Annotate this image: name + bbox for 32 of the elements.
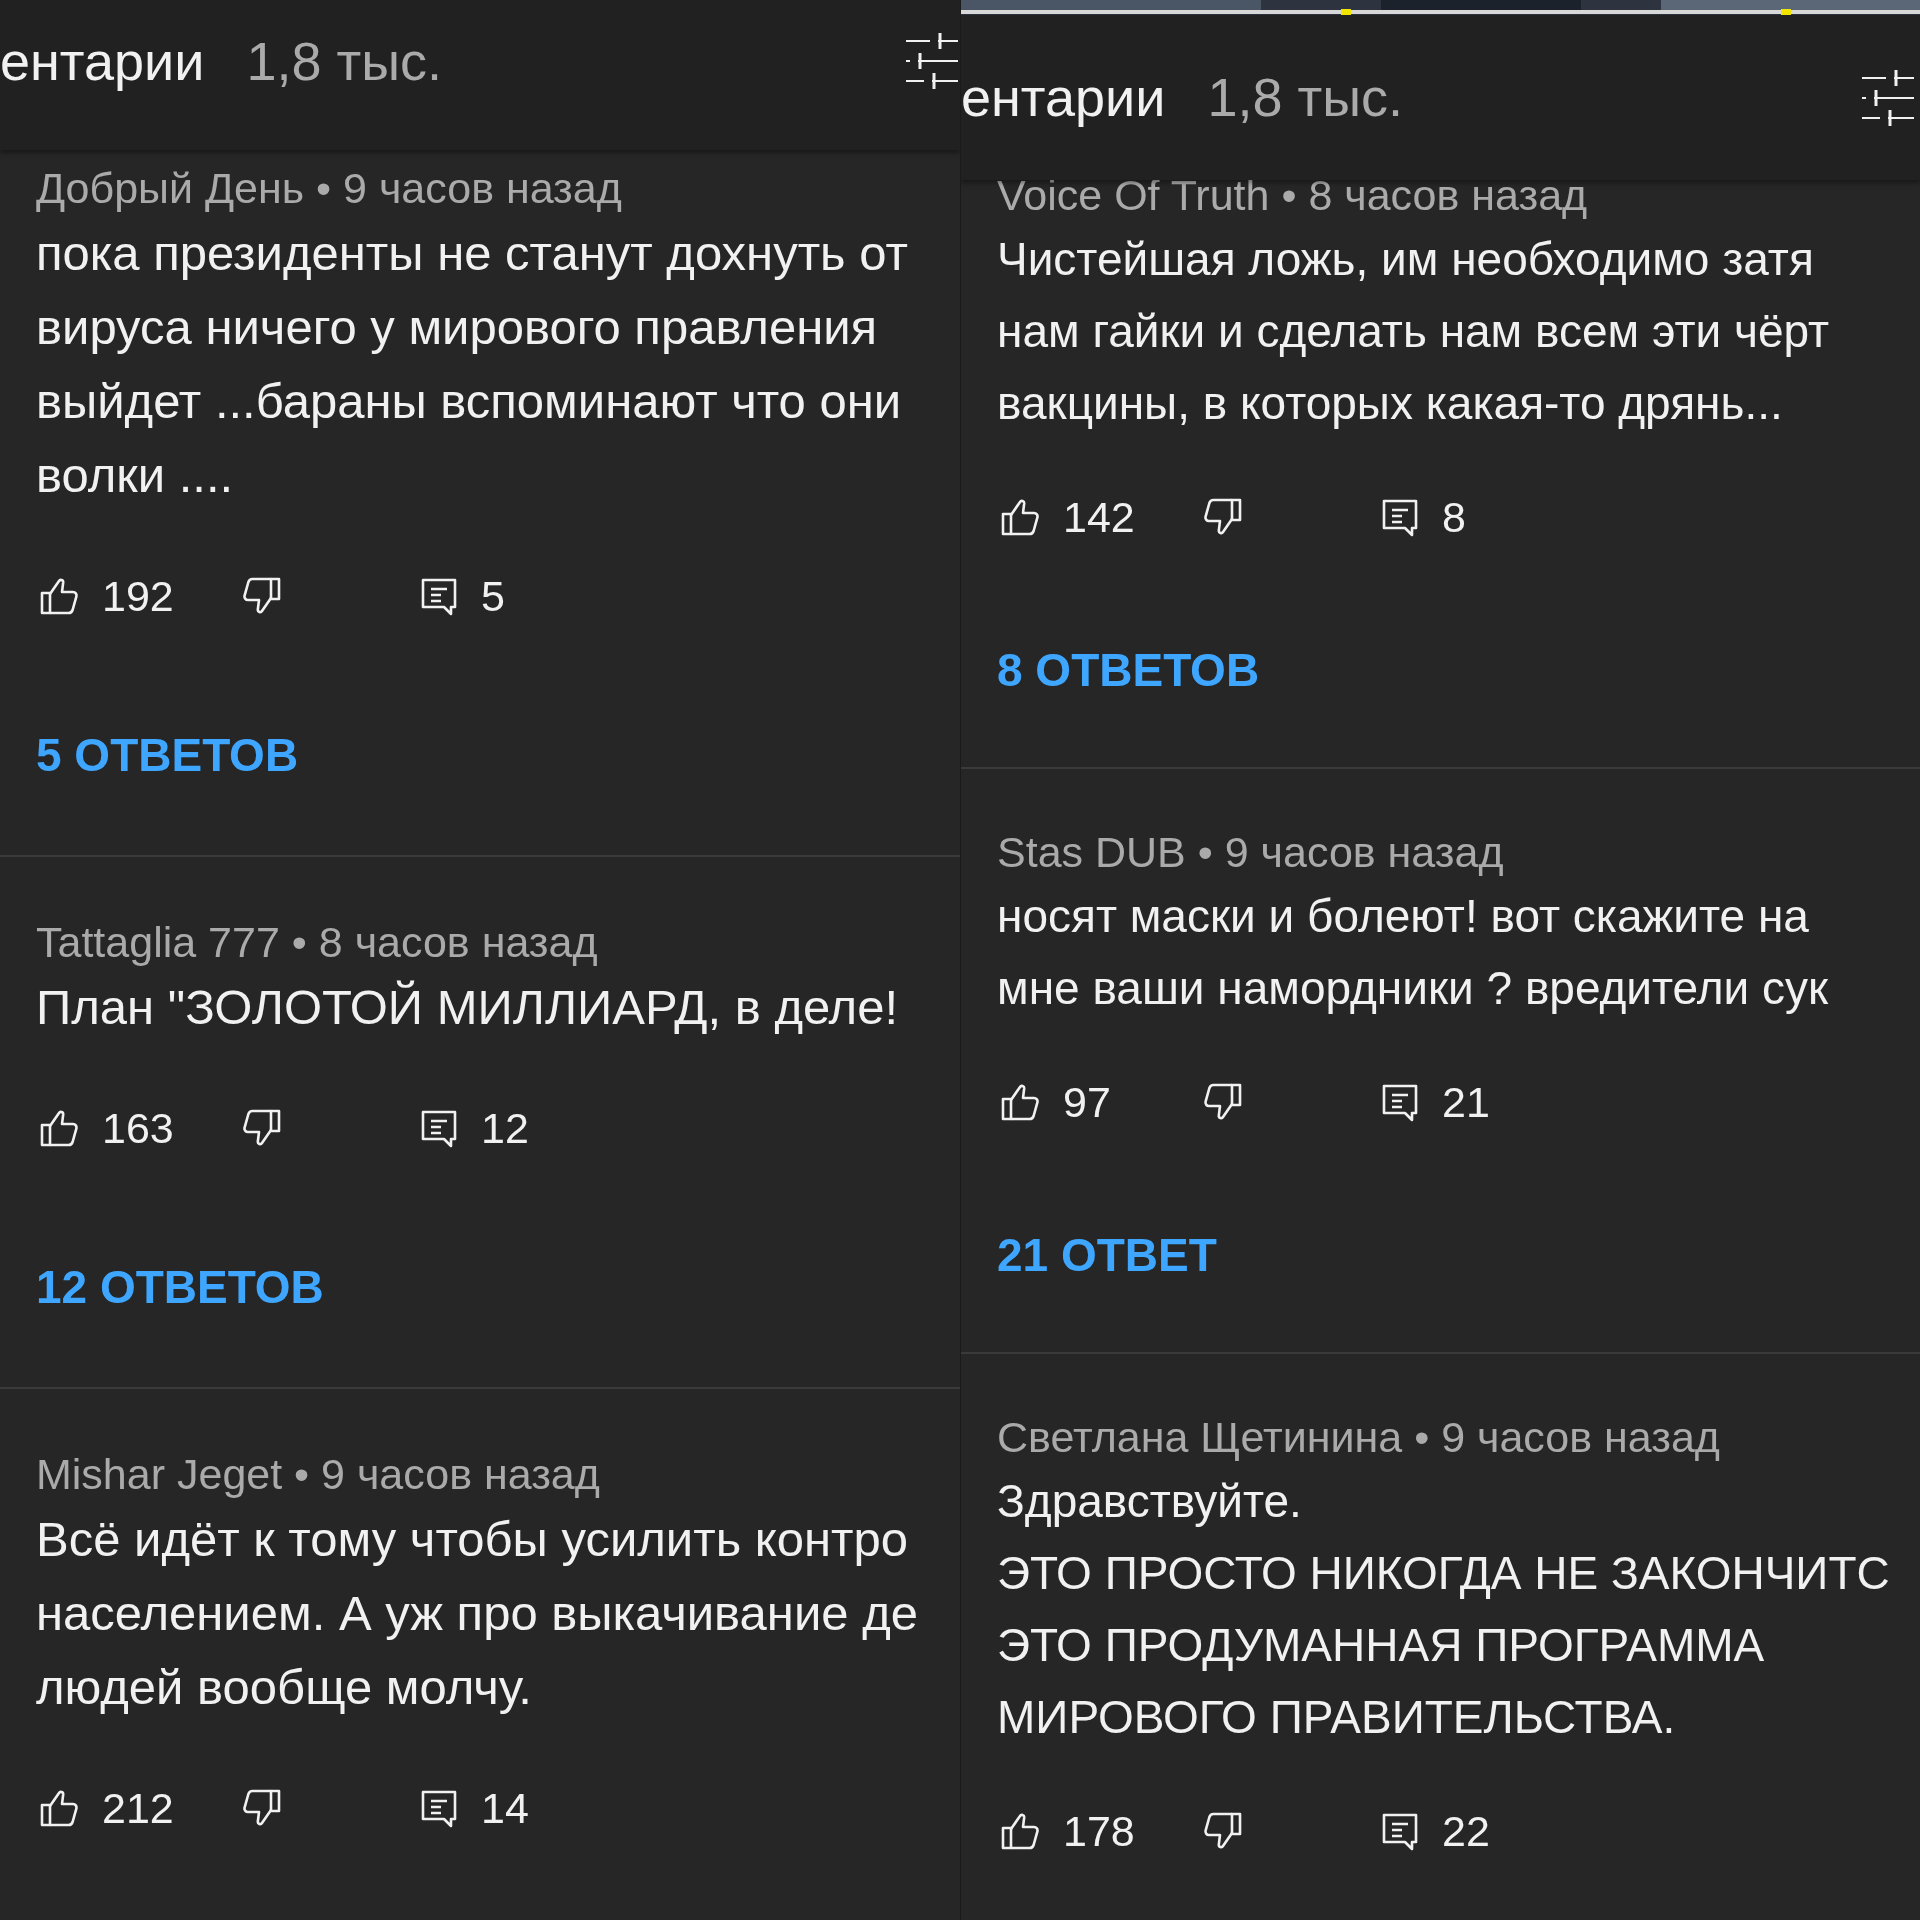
reply-count: 12: [481, 1102, 529, 1154]
comment-meta: Stas DUB • 9 часов назад: [997, 827, 1504, 878]
reply-count: 8: [1442, 491, 1466, 543]
replies-link[interactable]: 5 ОТВЕТОВ: [36, 715, 299, 795]
comment-count: 1,8 тыс.: [1207, 66, 1403, 129]
like-count: 142: [1063, 491, 1136, 543]
replies-link[interactable]: 8 ОТВЕТОВ: [997, 630, 1260, 710]
reply-count: 14: [481, 1782, 529, 1834]
reply-count: 21: [1442, 1076, 1490, 1128]
reply-count: 22: [1442, 1805, 1490, 1857]
comment-text: Всё идёт к тому чтобы усилить контро населением. А уж про выкачивание де людей вообще молчу.: [36, 1511, 918, 1716]
comment-meta: Светлана Щетинина • 9 часов назад: [997, 1412, 1720, 1463]
like-count: 163: [102, 1102, 175, 1154]
replies-link[interactable]: 21 ОТВЕТ: [997, 1215, 1217, 1295]
like-count: 192: [102, 570, 175, 622]
comment-text: Чистейшая ложь, им необходимо затя нам гайки и сделать нам всем эти чёрт вакцины, в которых какая-то дрянь...: [997, 232, 1830, 431]
comment-meta: Добрый День • 9 часов назад: [36, 163, 622, 214]
comment-meta: Tattaglia 777 • 8 часов назад: [36, 917, 598, 968]
comment-text: Здравствуйте. ЭТО ПРОСТО НИКОГДА НЕ ЗАКОНЧИТС ЭТО ПРОДУМАННАЯ ПРОГРАММА МИРОВОГО ПРАВИТЕЛЬСТВА.: [997, 1474, 1890, 1745]
comment-text: пока президенты не станут дохнуть от вируса ничего у мирового правления выйдет ...бараны вспоминают что они волки ....: [36, 225, 908, 504]
like-count: 97: [1063, 1076, 1112, 1128]
comment-text: План "ЗОЛОТОЙ МИЛЛИАРД, в деле!: [36, 979, 899, 1036]
comments-title: ентарии: [961, 66, 1166, 129]
replies-link[interactable]: 12 ОТВЕТОВ: [36, 1247, 324, 1327]
comment-text: носят маски и болеют! вот скажите на мне ваши намордники ? вредители сук: [997, 889, 1829, 1016]
comment-meta: Voice Of Truth • 8 часов назад: [997, 170, 1588, 221]
reply-count: 5: [481, 570, 505, 622]
like-count: 178: [1063, 1805, 1136, 1857]
comment-count: 1,8 тыс.: [246, 29, 442, 93]
comment-meta: Mishar Jeget • 9 часов назад: [36, 1449, 600, 1500]
like-count: 212: [102, 1782, 175, 1834]
comments-title: ентарии: [0, 29, 205, 93]
